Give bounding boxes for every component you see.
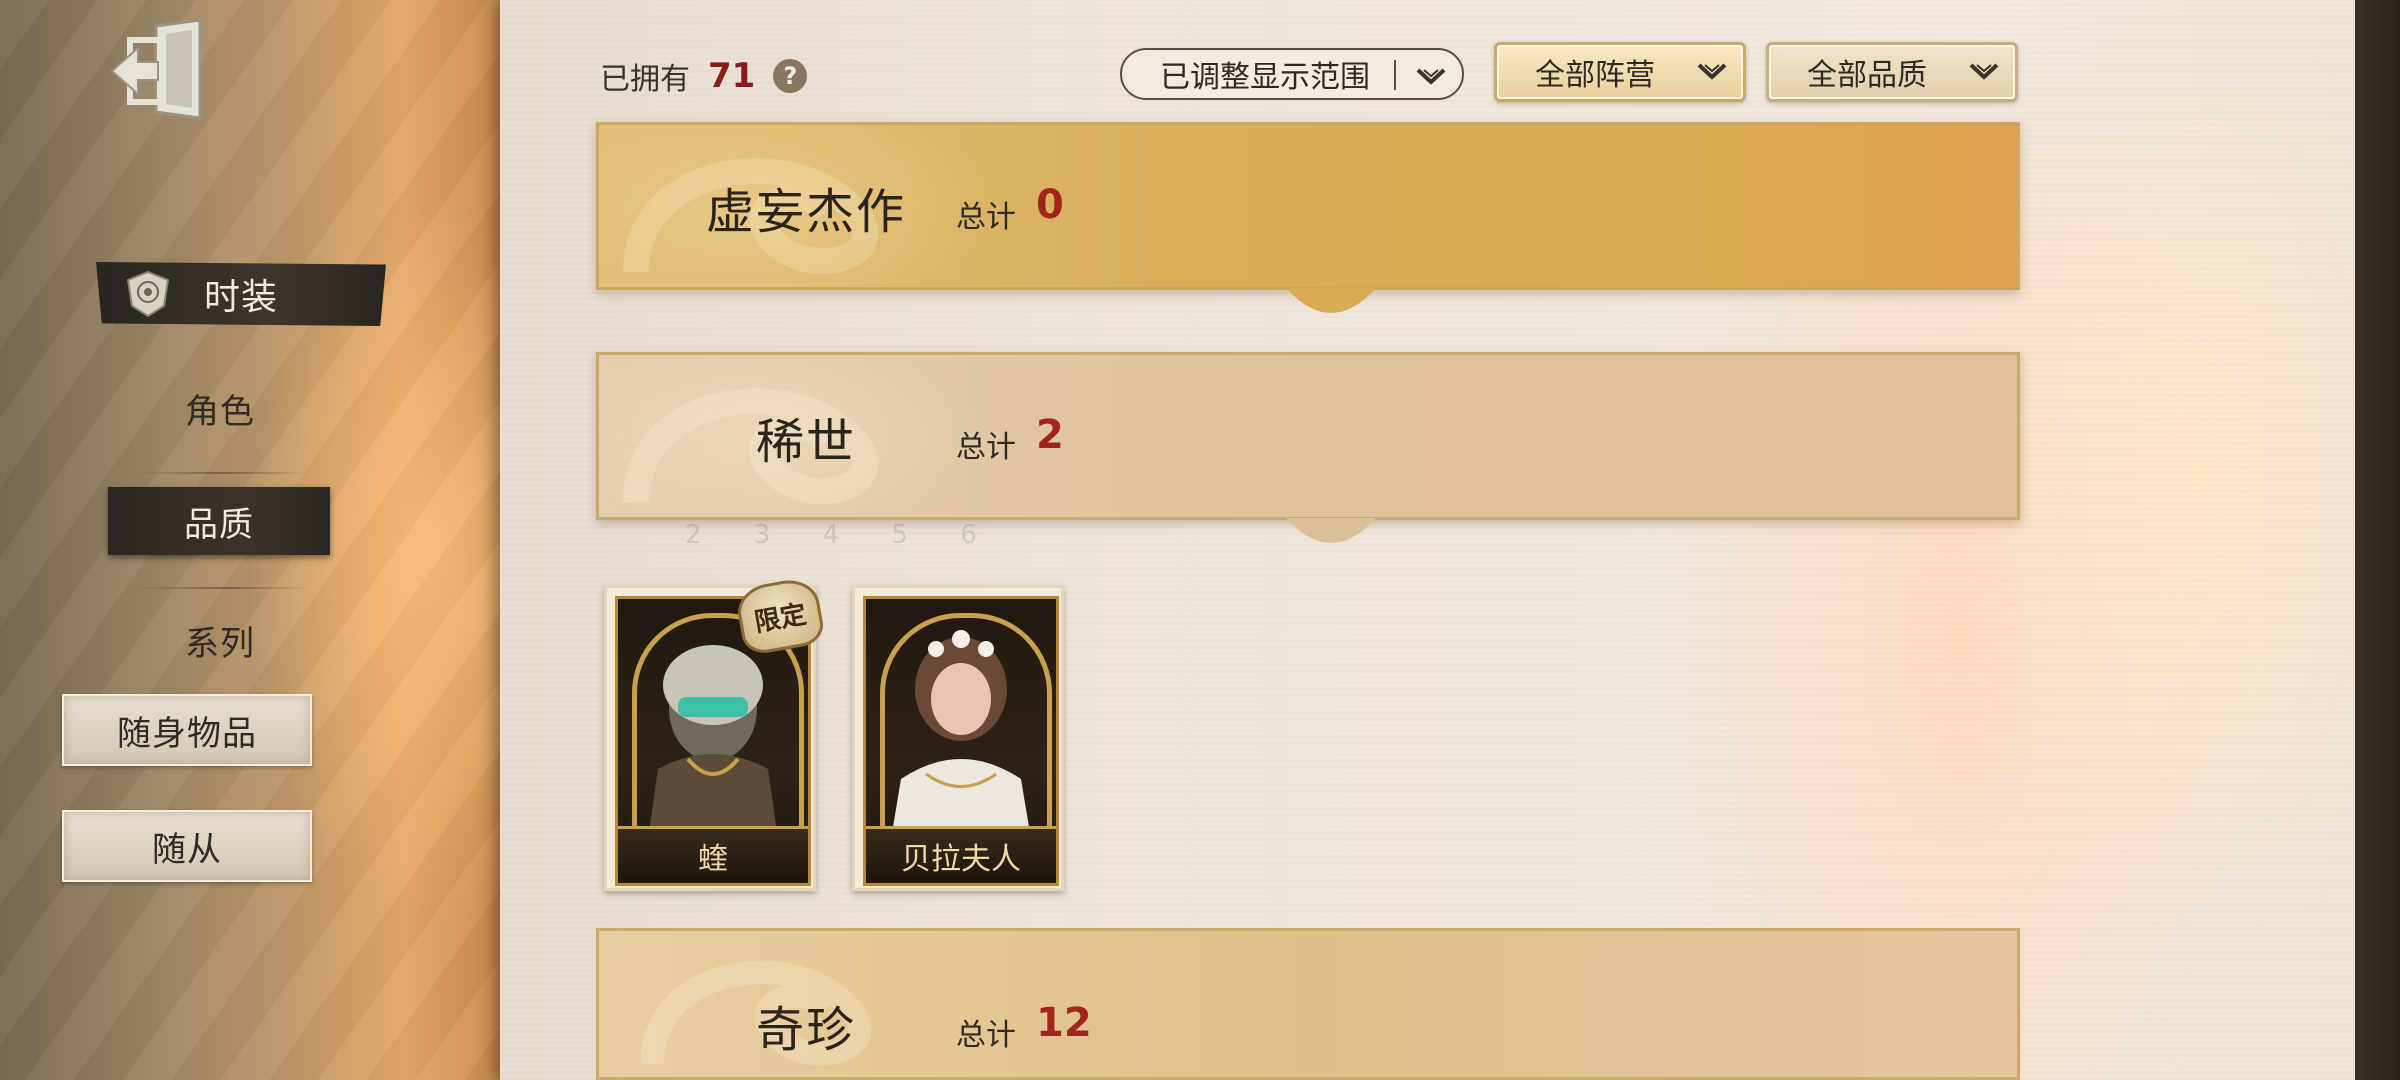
- chevron-down-icon: [1969, 63, 1999, 80]
- notch-ornament: [1286, 518, 1376, 543]
- faction-filter-label: 全部阵营: [1535, 58, 1655, 93]
- screen-edge: [2355, 0, 2400, 1080]
- card-name-plate: 蝰: [618, 826, 808, 883]
- help-icon[interactable]: ?: [773, 59, 808, 93]
- menu-item-label: 系列: [185, 623, 255, 664]
- menu-item-label: 品质: [184, 504, 254, 545]
- section-title: 奇珍: [756, 1002, 857, 1058]
- category-menu: 时装 角色 品质 系列 随身物品 随从: [0, 0, 505, 1080]
- quality-filter-dropdown[interactable]: 全部品质: [1766, 42, 2018, 102]
- menu-item-label: 随从: [152, 829, 222, 870]
- owned-counter: 已拥有 71 ?: [600, 54, 808, 98]
- section-total-value: 2: [1036, 412, 1064, 458]
- menu-item-costume[interactable]: 时装: [96, 262, 386, 326]
- menu-item-label: 角色: [185, 391, 255, 432]
- costume-portrait: 贝拉夫人: [863, 596, 1059, 886]
- faction-filter-dropdown[interactable]: 全部阵营: [1494, 42, 1746, 102]
- section-total-label: 总计: [956, 430, 1016, 465]
- owned-count: 71: [708, 56, 756, 96]
- divider: [135, 587, 310, 589]
- background-watermark: 2 3 4 5 6: [685, 520, 999, 550]
- section-rare[interactable]: 稀世 总计 2: [596, 352, 2020, 543]
- menu-item-accessory[interactable]: 随身物品: [62, 694, 312, 766]
- section-curio[interactable]: 奇珍 总计 12: [596, 928, 2020, 1080]
- section-title: 稀世: [756, 414, 857, 470]
- card-name-plate: 贝拉夫人: [866, 826, 1056, 883]
- section-total-label: 总计: [956, 1018, 1016, 1053]
- card-frame: [880, 613, 1052, 853]
- range-filter-label: 已调整显示范围: [1160, 60, 1370, 95]
- notch-ornament: [1286, 288, 1376, 313]
- menu-item-label: 随身物品: [117, 713, 257, 754]
- chevron-down-icon: [1416, 68, 1446, 85]
- menu-item-pet[interactable]: 随从: [62, 810, 312, 882]
- owned-label: 已拥有: [600, 62, 690, 97]
- card-name: 贝拉夫人: [901, 842, 1021, 877]
- dropdown-separator: [1394, 60, 1396, 90]
- costume-emblem-icon: [124, 270, 172, 318]
- menu-item-label: 时装: [203, 277, 278, 318]
- section-title: 虚妄杰作: [706, 184, 907, 240]
- menu-item-role[interactable]: 角色: [110, 378, 330, 438]
- divider: [135, 472, 310, 474]
- quality-filter-label: 全部品质: [1807, 58, 1927, 93]
- menu-item-quality[interactable]: 品质: [108, 487, 330, 555]
- costume-card[interactable]: 蝰 限定: [604, 575, 827, 891]
- card-name: 蝰: [698, 842, 728, 877]
- limited-badge: 限定: [733, 575, 827, 657]
- chevron-down-icon: [1697, 63, 1727, 80]
- section-total-label: 总计: [956, 200, 1016, 235]
- range-filter-dropdown[interactable]: 已调整显示范围: [1120, 48, 1464, 100]
- section-total-value: 12: [1036, 1000, 1092, 1046]
- menu-item-series[interactable]: 系列: [110, 610, 330, 670]
- section-total-value: 0: [1036, 182, 1064, 228]
- main-panel: 已拥有 71 ? 已调整显示范围 全部阵营 全部品质 虚妄杰作 总计 0 稀世 …: [500, 0, 2360, 1080]
- section-masterpiece[interactable]: 虚妄杰作 总计 0: [596, 122, 2020, 313]
- costume-card[interactable]: 贝拉夫人: [852, 585, 1064, 891]
